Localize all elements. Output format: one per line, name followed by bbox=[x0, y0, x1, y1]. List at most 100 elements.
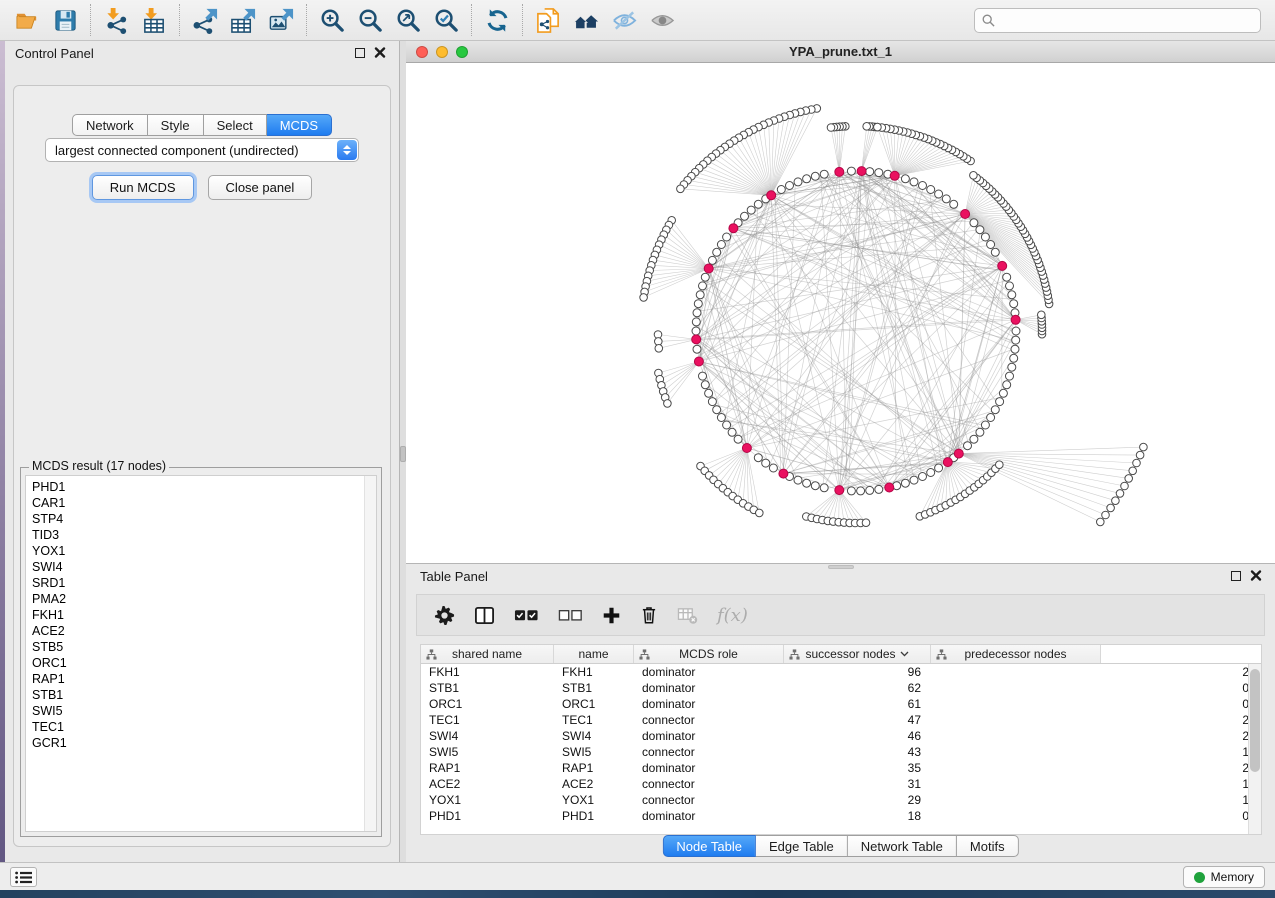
network-node[interactable] bbox=[981, 421, 989, 429]
column-header-name[interactable]: name bbox=[554, 645, 634, 663]
mcds-node-item[interactable]: YOX1 bbox=[26, 543, 376, 559]
network-node[interactable] bbox=[910, 178, 918, 186]
network-node[interactable] bbox=[901, 175, 909, 183]
mcds-hub-node[interactable] bbox=[961, 210, 970, 219]
zoom-out-icon[interactable] bbox=[351, 4, 389, 36]
network-node[interactable] bbox=[919, 182, 927, 190]
mcds-hub-node[interactable] bbox=[767, 191, 776, 200]
mcds-hub-node[interactable] bbox=[704, 264, 713, 273]
network-node[interactable] bbox=[717, 414, 725, 422]
memory-button[interactable]: Memory bbox=[1183, 866, 1265, 888]
network-node[interactable] bbox=[713, 248, 721, 256]
zoom-in-icon[interactable] bbox=[313, 4, 351, 36]
table-row[interactable]: STB1STB1dominator620 bbox=[421, 680, 1261, 696]
delete-columns-icon[interactable] bbox=[640, 605, 658, 625]
mcds-node-item[interactable]: PMA2 bbox=[26, 591, 376, 607]
mcds-hub-node[interactable] bbox=[835, 167, 844, 176]
network-node[interactable] bbox=[847, 167, 855, 175]
network-node[interactable] bbox=[1112, 497, 1120, 505]
tab-style[interactable]: Style bbox=[148, 114, 204, 136]
network-node[interactable] bbox=[640, 294, 648, 302]
network-node[interactable] bbox=[996, 398, 1004, 406]
mcds-node-item[interactable]: STB1 bbox=[26, 687, 376, 703]
mcds-hub-node[interactable] bbox=[857, 167, 866, 176]
network-node[interactable] bbox=[1125, 475, 1133, 483]
network-node[interactable] bbox=[919, 473, 927, 481]
network-node[interactable] bbox=[747, 206, 755, 214]
network-canvas[interactable] bbox=[406, 63, 1275, 563]
float-window-icon[interactable] bbox=[355, 48, 365, 58]
run-mcds-button[interactable]: Run MCDS bbox=[92, 175, 194, 200]
tab-network[interactable]: Network bbox=[72, 114, 148, 136]
mcds-hub-node[interactable] bbox=[954, 449, 963, 458]
tab-network-table[interactable]: Network Table bbox=[848, 835, 957, 857]
network-node[interactable] bbox=[857, 487, 865, 495]
tab-select[interactable]: Select bbox=[204, 114, 267, 136]
mcds-hub-node[interactable] bbox=[943, 458, 952, 467]
network-node[interactable] bbox=[713, 406, 721, 414]
network-node[interactable] bbox=[717, 241, 725, 249]
network-node[interactable] bbox=[769, 464, 777, 472]
mcds-node-item[interactable]: ACE2 bbox=[26, 623, 376, 639]
network-node[interactable] bbox=[696, 291, 704, 299]
network-node[interactable] bbox=[1003, 273, 1011, 281]
network-node[interactable] bbox=[862, 519, 870, 527]
network-node[interactable] bbox=[976, 428, 984, 436]
network-node[interactable] bbox=[1129, 467, 1137, 475]
network-node[interactable] bbox=[847, 487, 855, 495]
network-node[interactable] bbox=[1012, 327, 1020, 335]
network-node[interactable] bbox=[1136, 451, 1144, 459]
mcds-hub-node[interactable] bbox=[1011, 315, 1020, 324]
mcds-node-item[interactable]: GCR1 bbox=[26, 735, 376, 751]
network-node[interactable] bbox=[964, 442, 972, 450]
network-node[interactable] bbox=[874, 123, 882, 131]
mcds-node-item[interactable]: SWI4 bbox=[26, 559, 376, 575]
zoom-fit-icon[interactable] bbox=[389, 4, 427, 36]
network-node[interactable] bbox=[701, 381, 709, 389]
network-node[interactable] bbox=[991, 248, 999, 256]
table-row[interactable]: ACE2ACE2connector311 bbox=[421, 776, 1261, 792]
network-node[interactable] bbox=[910, 476, 918, 484]
table-float-window-icon[interactable] bbox=[1231, 571, 1241, 581]
network-node[interactable] bbox=[1011, 345, 1019, 353]
network-node[interactable] bbox=[794, 178, 802, 186]
network-node[interactable] bbox=[794, 476, 802, 484]
network-node[interactable] bbox=[942, 195, 950, 203]
network-node[interactable] bbox=[803, 175, 811, 183]
network-node[interactable] bbox=[1003, 381, 1011, 389]
mcds-node-item[interactable]: SRD1 bbox=[26, 575, 376, 591]
network-node[interactable] bbox=[1133, 459, 1141, 467]
mcds-hub-node[interactable] bbox=[835, 486, 844, 495]
mcds-hub-node[interactable] bbox=[890, 171, 899, 180]
network-node[interactable] bbox=[708, 398, 716, 406]
network-node[interactable] bbox=[701, 273, 709, 281]
network-node[interactable] bbox=[999, 389, 1007, 397]
column-header-successor-nodes[interactable]: successor nodes bbox=[784, 645, 931, 663]
search-input[interactable] bbox=[1000, 9, 1253, 32]
network-node[interactable] bbox=[754, 454, 762, 462]
copy-network-icon[interactable] bbox=[529, 4, 567, 36]
add-column-icon[interactable] bbox=[602, 606, 621, 625]
network-node[interactable] bbox=[693, 309, 701, 317]
network-node[interactable] bbox=[728, 428, 736, 436]
optimization-criterion-select[interactable]: largest connected component (undirected) bbox=[45, 138, 359, 162]
table-scrollbar[interactable] bbox=[1248, 664, 1261, 834]
network-node[interactable] bbox=[820, 170, 828, 178]
mcds-node-item[interactable]: TID3 bbox=[26, 527, 376, 543]
network-node[interactable] bbox=[935, 464, 943, 472]
tab-node-table[interactable]: Node Table bbox=[662, 835, 756, 857]
network-node[interactable] bbox=[723, 233, 731, 241]
network-node[interactable] bbox=[694, 300, 702, 308]
network-node[interactable] bbox=[811, 482, 819, 490]
table-row[interactable]: RAP1RAP1dominator352 bbox=[421, 760, 1261, 776]
mcds-node-item[interactable]: RAP1 bbox=[26, 671, 376, 687]
table-row[interactable]: ORC1ORC1dominator610 bbox=[421, 696, 1261, 712]
column-header-mcds-role[interactable]: MCDS role bbox=[634, 645, 784, 663]
column-header-predecessor-nodes[interactable]: predecessor nodes bbox=[931, 645, 1101, 663]
table-panel-splitter-grip[interactable] bbox=[828, 565, 854, 569]
column-header-shared-name[interactable]: shared name bbox=[421, 645, 554, 663]
refresh-view-icon[interactable] bbox=[478, 4, 516, 36]
import-table-icon[interactable] bbox=[135, 4, 173, 36]
export-image-icon[interactable] bbox=[262, 4, 300, 36]
network-window-titlebar[interactable]: YPA_prune.txt_1 bbox=[406, 41, 1275, 63]
